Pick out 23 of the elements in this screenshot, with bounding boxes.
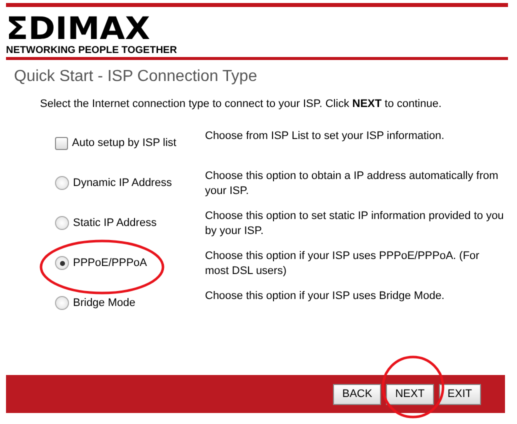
radio-button[interactable] xyxy=(55,216,69,230)
option-description: Choose this option if your ISP uses Bridge Mode. xyxy=(205,289,444,304)
checkbox[interactable] xyxy=(55,136,68,150)
button[interactable]: EXIT xyxy=(438,384,481,404)
button[interactable]: NEXT xyxy=(386,384,434,404)
radio-button[interactable] xyxy=(55,176,69,190)
button[interactable]: BACK xyxy=(333,384,382,404)
option-description: Choose this option if your ISP uses PPPoE/PPPoA. (For most DSL users) xyxy=(205,249,480,279)
highlight-circle xyxy=(382,356,444,418)
option-description: Choose this option to obtain a IP address automatically from your ISP. xyxy=(205,169,500,199)
radio-button[interactable] xyxy=(55,256,69,270)
option-label: Auto setup by ISP list xyxy=(72,137,176,149)
logo: ΣDIMAX xyxy=(6,12,150,46)
instruction-text: Select the Internet connection type to connect to your ISP. Click NEXT to continue. xyxy=(40,98,442,111)
option-label: Bridge Mode xyxy=(73,297,136,309)
option-label: PPPoE/PPPoA xyxy=(73,257,147,269)
radio-button[interactable] xyxy=(55,296,69,310)
option-label: Dynamic IP Address xyxy=(73,177,172,189)
option-description: Choose from ISP List to set your ISP information. xyxy=(205,129,444,144)
tagline: NETWORKING PEOPLE TOGETHER xyxy=(6,46,177,56)
page-title: Quick Start - ISP Connection Type xyxy=(14,68,258,86)
option-label: Static IP Address xyxy=(73,217,157,229)
option-description: Choose this option to set static IP information provided to you by your ISP. xyxy=(205,209,505,239)
